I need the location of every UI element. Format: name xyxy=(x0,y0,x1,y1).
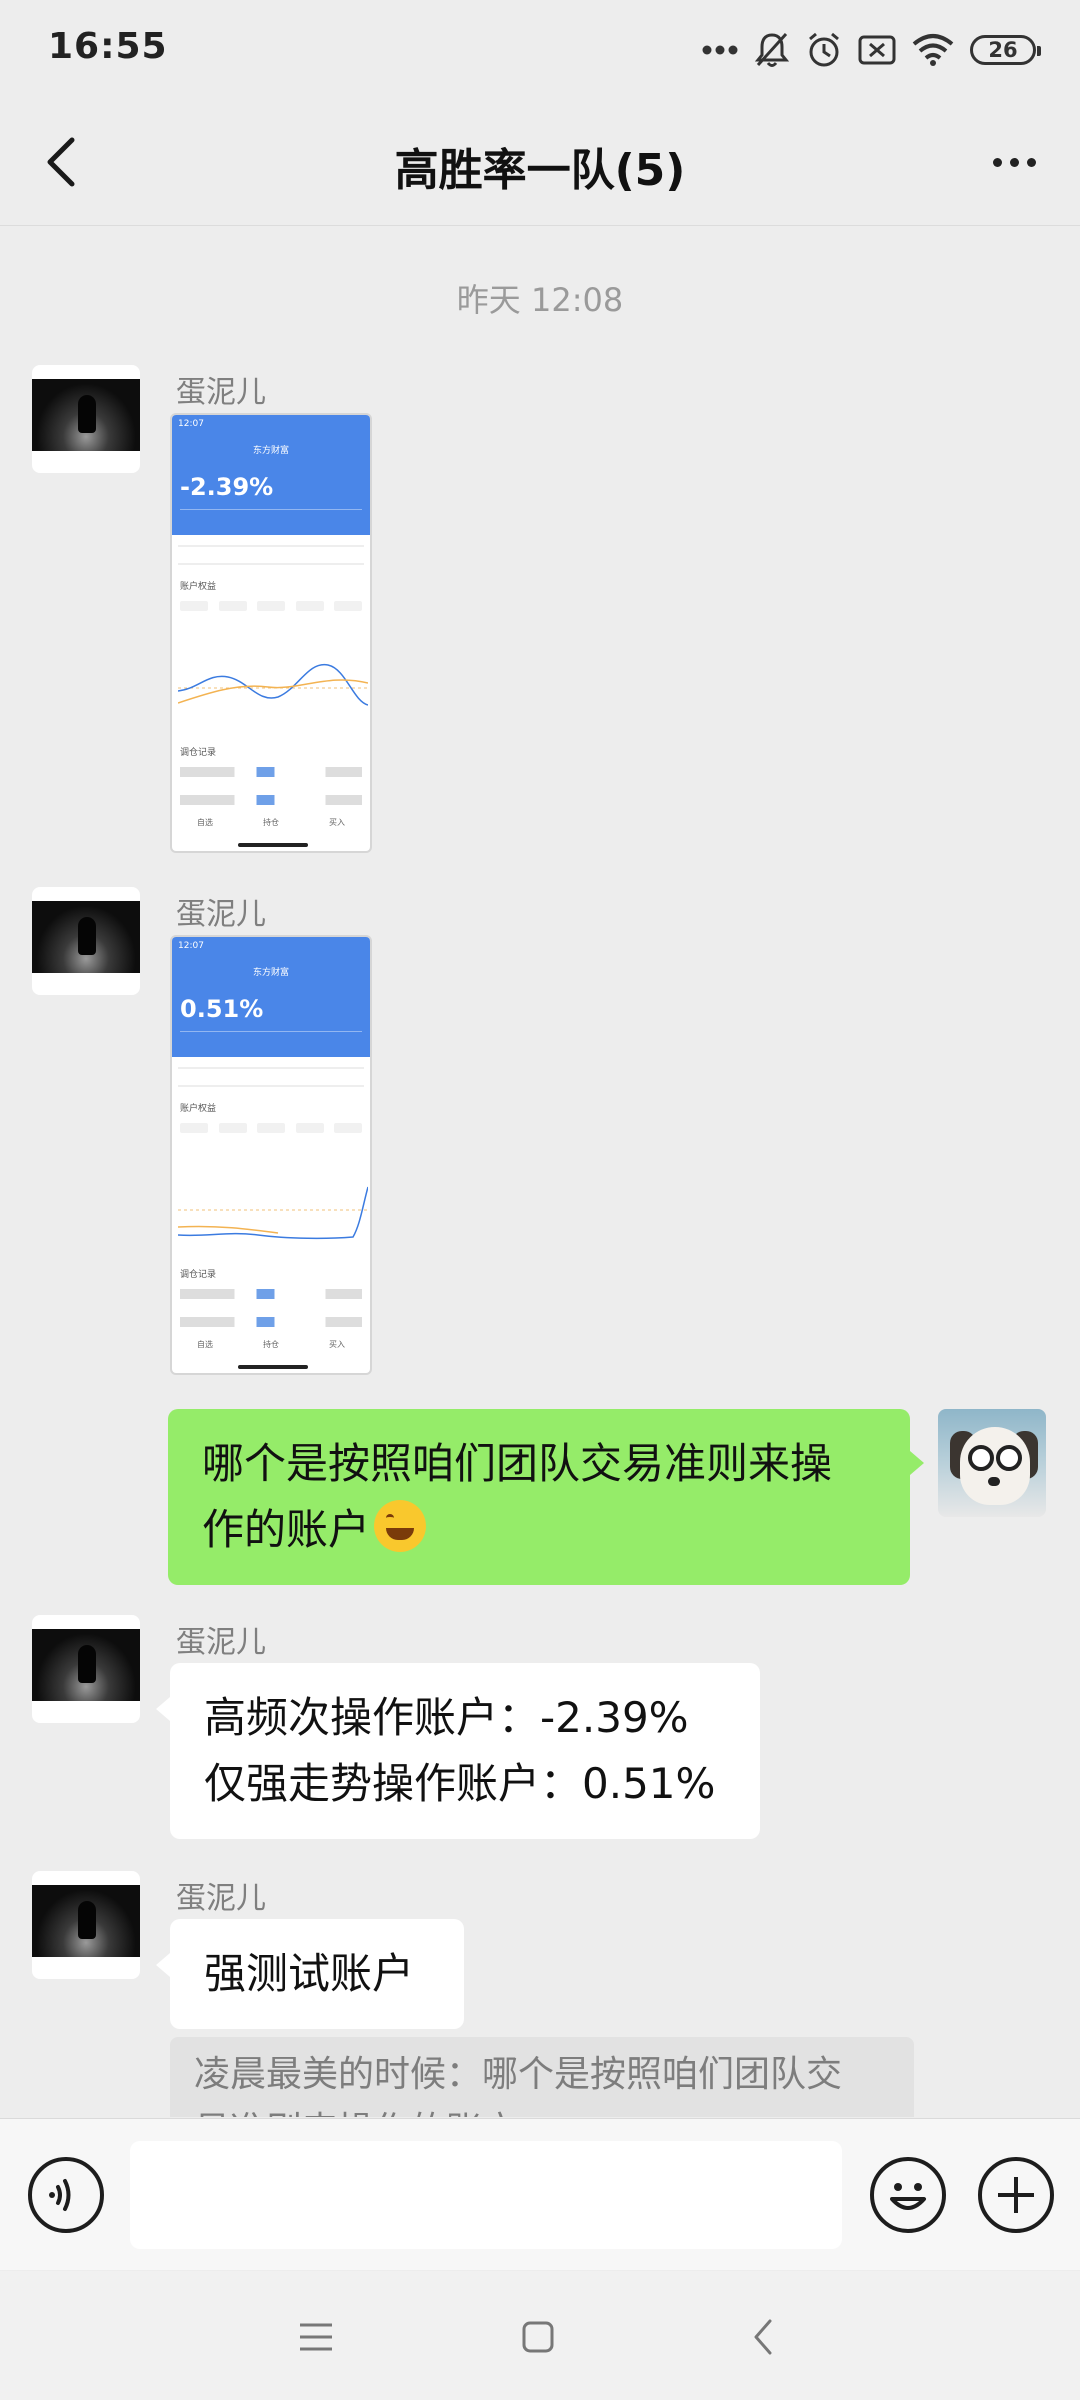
menu-icon[interactable] xyxy=(286,2307,346,2367)
image-message[interactable]: 12:07 东方财富 0.51% 账户权益 调仓记录 自选 持仓 买入 xyxy=(170,935,372,1375)
wifi-icon xyxy=(912,34,954,66)
more-horizontal-icon[interactable] xyxy=(982,134,1046,190)
system-nav-bar xyxy=(0,2271,1080,2400)
avatar[interactable] xyxy=(32,1615,140,1723)
screenshot-return: -2.39% xyxy=(180,473,274,501)
more-dots-icon xyxy=(702,45,738,55)
message-input[interactable] xyxy=(130,2141,842,2249)
screenshot-chart xyxy=(178,1186,368,1240)
avatar[interactable] xyxy=(32,1871,140,1979)
voice-icon[interactable] xyxy=(28,2157,104,2233)
avatar[interactable] xyxy=(32,887,140,995)
self-avatar[interactable] xyxy=(938,1409,1046,1517)
sender-name: 蛋泥儿 xyxy=(176,1625,266,1660)
chat-header: 高胜率一队(5) xyxy=(0,100,1080,226)
plus-circle-icon[interactable] xyxy=(978,2157,1054,2233)
screenshot-header: 12:07 东方财富 -2.39% xyxy=(172,415,370,535)
message-timestamp: 昨天 12:08 xyxy=(456,281,624,319)
status-bar: 16:55 26 xyxy=(0,0,1080,100)
self-text-message[interactable]: 哪个是按照咱们团队交易准则来操 作的账户 xyxy=(168,1409,924,1585)
screenshot-header: 12:07 东方财富 0.51% xyxy=(172,937,370,1057)
smiley-icon[interactable] xyxy=(870,2157,946,2233)
back-icon[interactable] xyxy=(734,2307,794,2367)
tears-of-joy-emoji xyxy=(374,1500,427,1552)
sim-disabled-icon xyxy=(858,35,896,65)
screenshot-return: 0.51% xyxy=(180,995,264,1023)
status-time: 16:55 xyxy=(48,26,168,67)
status-icons: 26 xyxy=(702,28,1041,72)
sender-name: 蛋泥儿 xyxy=(176,375,266,410)
chat-message-list[interactable]: 昨天 12:08 蛋泥儿 12:07 东方财富 -2.39% 账户权益 调仓记录… xyxy=(0,227,1080,2117)
input-bar xyxy=(0,2118,1080,2270)
text-message[interactable]: 高频次操作账户：-2.39% 仅强走势操作账户：0.51% xyxy=(156,1663,760,1839)
battery-icon: 26 xyxy=(970,35,1041,65)
alarm-icon xyxy=(809,32,839,67)
bell-muted-icon xyxy=(754,32,790,67)
battery-level: 26 xyxy=(988,38,1018,62)
image-message[interactable]: 12:07 东方财富 -2.39% 账户权益 调仓记录 自选 持仓 买入 xyxy=(170,413,372,853)
chat-title: 高胜率一队(5) xyxy=(394,145,686,196)
screenshot-chart xyxy=(178,664,368,706)
home-square-icon[interactable] xyxy=(508,2307,568,2367)
quoted-message[interactable]: 凌晨最美的时候：哪个是按照咱们团队交 易准则来操作的账户 xyxy=(170,2037,914,2117)
text-message[interactable]: 强测试账户 xyxy=(156,1919,464,2029)
sender-name: 蛋泥儿 xyxy=(176,1881,266,1916)
sender-name: 蛋泥儿 xyxy=(176,897,266,932)
avatar[interactable] xyxy=(32,365,140,473)
